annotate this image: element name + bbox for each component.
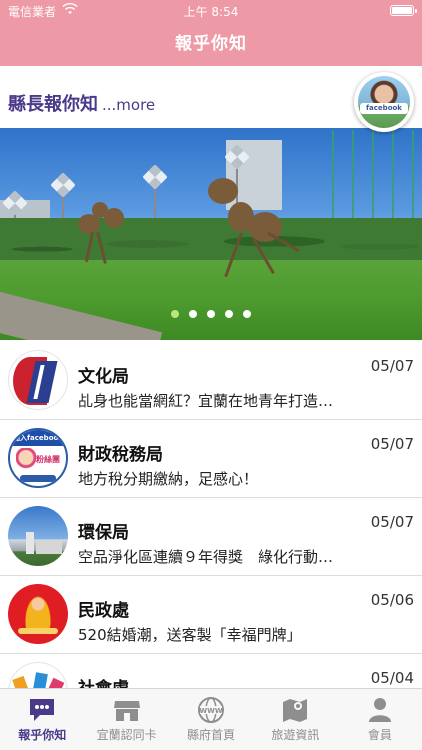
news-department: 財政稅務局 xyxy=(78,445,163,465)
news-summary: 乩身也能當網紅？宜蘭在地青年打造… xyxy=(78,392,334,410)
news-department: 環保局 xyxy=(78,523,129,543)
culture-bureau-logo xyxy=(8,350,68,410)
news-list[interactable]: 文化局 05/07 乩身也能當網紅？宜蘭在地青年打造… 加入facebook 粉… xyxy=(0,342,422,688)
environment-bureau-photo xyxy=(8,506,68,566)
news-date: 05/04 xyxy=(370,669,414,687)
chat-bubble-icon xyxy=(30,699,55,721)
page-title: 報乎你知 xyxy=(175,34,247,54)
list-item[interactable]: 環保局 05/07 空品淨化區連續９年得獎 綠化行動… xyxy=(0,498,422,576)
battery-level xyxy=(392,7,412,14)
news-summary: 空品淨化區連續９年得獎 綠化行動… xyxy=(78,548,334,566)
clock: 上午 8:54 xyxy=(183,5,239,19)
mayor-news-header[interactable]: 縣長報你知 ...more facebook xyxy=(0,66,422,132)
tab-travel-info[interactable]: 旅遊資訊 xyxy=(253,689,337,750)
carousel-dot[interactable] xyxy=(225,310,233,318)
banner-carousel[interactable] xyxy=(0,128,422,340)
tax-bureau-fans-logo: 加入facebook 粉絲團 xyxy=(8,428,68,488)
person-icon xyxy=(368,698,391,722)
map-pin-icon xyxy=(283,699,308,722)
status-bar: 電信業者 上午 8:54 xyxy=(0,0,422,22)
carousel-dot[interactable] xyxy=(207,310,215,318)
tab-bar: 報乎你知 宜蘭認同卡 WWW 縣府首頁 旅遊資訊 會員 xyxy=(0,688,422,750)
ant-sculpture xyxy=(104,208,124,228)
tab-label: 旅遊資訊 xyxy=(271,728,320,742)
social-affairs-logo xyxy=(8,662,68,688)
carousel-indicator[interactable] xyxy=(0,303,422,322)
list-item[interactable]: 民政處 05/06 520結婚潮，送客製「幸福門牌」 xyxy=(0,576,422,654)
news-date: 05/07 xyxy=(370,435,414,453)
carousel-dot[interactable] xyxy=(189,310,197,318)
store-icon xyxy=(113,701,140,721)
news-date: 05/07 xyxy=(370,513,414,531)
tab-label: 宜蘭認同卡 xyxy=(96,728,157,742)
news-summary: 520結婚潮，送客製「幸福門牌」 xyxy=(78,626,302,644)
news-department: 文化局 xyxy=(78,367,129,387)
mayor-heading[interactable]: 縣長報你知 ...more xyxy=(8,90,155,116)
civil-affairs-logo xyxy=(8,584,68,644)
svg-text:WWW: WWW xyxy=(199,707,222,715)
list-item[interactable]: 社會處 05/04 xyxy=(0,654,422,688)
mayor-avatar xyxy=(358,76,410,128)
news-department: 社會處 xyxy=(78,674,129,688)
tax-logo-text: 加入facebook xyxy=(10,430,66,446)
navigation-bar: 報乎你知 xyxy=(0,22,422,66)
more-link[interactable]: ...more xyxy=(102,96,155,114)
tab-label: 縣府首頁 xyxy=(187,728,236,742)
tab-news[interactable]: 報乎你知 xyxy=(0,689,84,750)
tab-county-home[interactable]: WWW 縣府首頁 xyxy=(169,689,253,750)
news-date: 05/07 xyxy=(370,357,414,375)
www-globe-icon: WWW xyxy=(198,697,225,723)
tab-identity-card[interactable]: 宜蘭認同卡 xyxy=(84,689,168,750)
carousel-dot[interactable] xyxy=(243,310,251,318)
list-item[interactable]: 加入facebook 粉絲團 財政稅務局 05/07 地方稅分期繳納，足感心！ xyxy=(0,420,422,498)
tab-member[interactable]: 會員 xyxy=(338,689,422,750)
battery-icon xyxy=(390,5,417,16)
facebook-avatar-button[interactable]: facebook xyxy=(354,72,414,132)
carousel-dot[interactable] xyxy=(171,310,179,318)
tax-logo-fans: 粉絲團 xyxy=(36,455,60,464)
facebook-label: facebook xyxy=(360,103,408,114)
tab-label: 會員 xyxy=(367,728,392,742)
mayor-heading-text: 縣長報你知 xyxy=(8,94,98,115)
tab-label: 報乎你知 xyxy=(18,728,67,742)
list-item[interactable]: 文化局 05/07 乩身也能當網紅？宜蘭在地青年打造… xyxy=(0,342,422,420)
news-summary: 地方稅分期繳納，足感心！ xyxy=(78,470,259,488)
news-department: 民政處 xyxy=(78,601,129,621)
ant-sculpture xyxy=(208,178,238,204)
mascot-girl-icon xyxy=(16,448,36,472)
news-date: 05/06 xyxy=(370,591,414,609)
